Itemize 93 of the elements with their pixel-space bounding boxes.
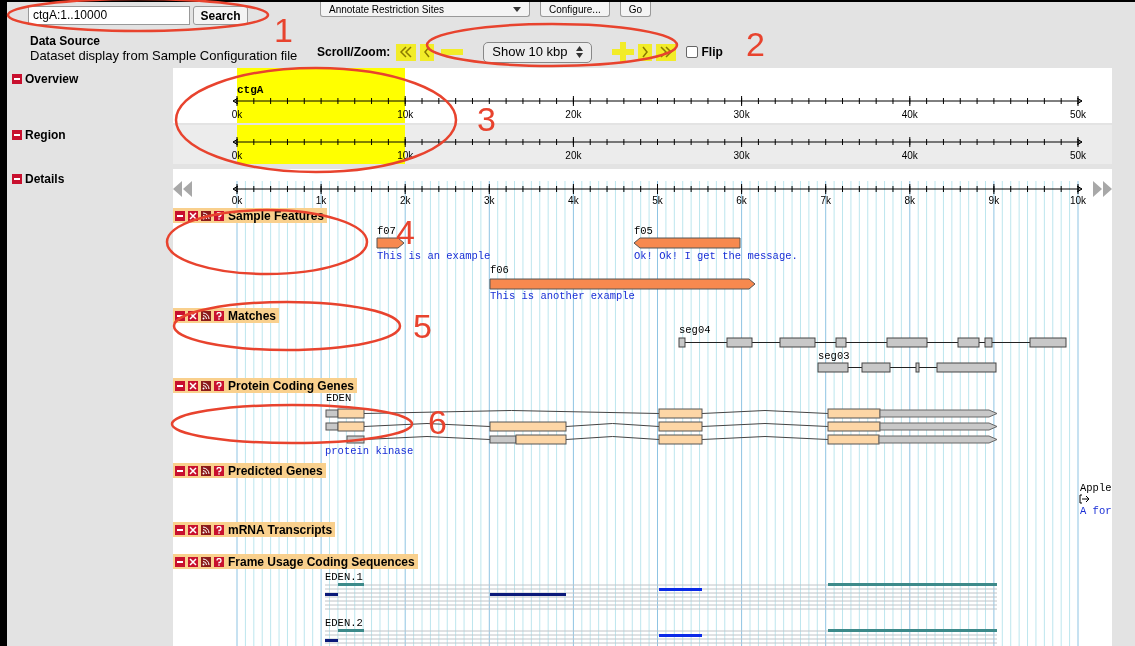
go-button[interactable]: Go	[619, 2, 652, 17]
tick-label: 2k	[399, 195, 411, 206]
tick-label: 6k	[736, 195, 747, 206]
annotation-number: 4	[396, 213, 415, 251]
tick-label: 40k	[901, 109, 918, 120]
close-icon[interactable]	[188, 210, 198, 221]
tick-label: 0k	[231, 195, 243, 206]
tick-label: 30k	[733, 109, 750, 120]
tick-label: 8k	[904, 195, 916, 206]
plugin-select[interactable]: Annotate Restriction Sites	[320, 2, 530, 17]
tick-label: 10k	[397, 150, 414, 161]
tick-label: 3k	[484, 195, 495, 206]
tick-label: 9k	[988, 195, 1000, 206]
feed-icon[interactable]	[201, 210, 211, 221]
help-icon[interactable]	[214, 310, 224, 321]
scroll-far-left-icon[interactable]	[396, 43, 417, 61]
annotation-number: 1	[274, 11, 293, 49]
collapse-icon[interactable]	[175, 210, 185, 221]
collapse-icon[interactable]	[12, 174, 22, 184]
collapse-icon[interactable]	[12, 74, 22, 84]
tick-label: 0k	[231, 109, 243, 120]
tick-label: 20k	[565, 109, 582, 120]
track-title: Frame Usage Coding Sequences	[228, 553, 415, 571]
feature-description: Ok! Ok! I get the message.	[634, 250, 798, 262]
section-title: Details	[25, 171, 65, 188]
transcript-name: EDEN.1	[325, 571, 363, 583]
section-title: Overview	[25, 71, 79, 88]
feed-icon[interactable]	[201, 310, 211, 321]
gene-name: EDEN	[326, 392, 352, 404]
feature-name: seg03	[818, 350, 850, 362]
tick-label: 4k	[568, 195, 579, 206]
tick-label: 5k	[652, 195, 663, 206]
tick-label: 0k	[231, 150, 243, 161]
tick-label: 7k	[820, 195, 831, 206]
feature-description: This is an example	[377, 250, 491, 262]
feature-name: f06	[490, 264, 509, 276]
annotation-number: 2	[746, 25, 765, 63]
track-title: mRNA Transcripts	[228, 521, 333, 539]
search-field[interactable]: ctgA:1..10000	[28, 5, 190, 25]
close-icon[interactable]	[188, 310, 198, 321]
feature-name: f07	[377, 225, 396, 237]
close-icon[interactable]	[188, 556, 198, 567]
tick-label: 10k	[1069, 195, 1087, 206]
tick-label: 50k	[1069, 150, 1087, 161]
close-icon[interactable]	[188, 380, 198, 391]
section-heading: Data Source	[30, 34, 102, 48]
gene-name: Apple	[1080, 482, 1112, 494]
start-arrow-icon	[1079, 494, 1090, 504]
collapse-icon[interactable]	[175, 556, 185, 567]
caret-icon	[513, 6, 521, 12]
updown-caret-icon	[575, 46, 583, 58]
feed-icon[interactable]	[201, 524, 211, 535]
track-title: Predicted Genes	[228, 462, 323, 480]
zoom-select[interactable]: Show 10 kbp	[483, 41, 592, 63]
collapse-icon[interactable]	[175, 524, 185, 535]
collapse-icon[interactable]	[12, 130, 22, 140]
section-title: Region	[25, 127, 66, 144]
feed-icon[interactable]	[201, 556, 211, 567]
feature-name: seg04	[679, 324, 711, 336]
feed-icon[interactable]	[201, 380, 211, 391]
annotation-number: 5	[413, 307, 432, 345]
help-icon[interactable]	[214, 524, 224, 535]
gene-description: A for	[1080, 505, 1112, 517]
help-icon[interactable]	[214, 210, 224, 221]
transcript-name: EDEN.2	[325, 617, 363, 629]
feed-icon[interactable]	[201, 465, 211, 476]
chromosome-label: ctgA	[237, 84, 264, 96]
gene-description: protein kinase	[325, 445, 414, 457]
help-icon[interactable]	[214, 465, 224, 476]
help-icon[interactable]	[214, 556, 224, 567]
help-icon[interactable]	[214, 380, 224, 391]
close-icon[interactable]	[188, 524, 198, 535]
tick-label: 50k	[1069, 109, 1087, 120]
tick-label: 30k	[733, 150, 750, 161]
track-title: Protein Coding Genes	[228, 377, 354, 394]
tick-label: 40k	[901, 150, 918, 161]
scroll-zoom-label: Scroll/Zoom:	[317, 44, 391, 61]
annotation-number: 3	[477, 100, 496, 138]
tick-label: 1k	[315, 195, 327, 206]
track-title: Matches	[228, 307, 277, 325]
close-icon[interactable]	[188, 465, 198, 476]
collapse-icon[interactable]	[175, 465, 185, 476]
flip-checkbox[interactable]	[685, 46, 698, 58]
collapse-icon[interactable]	[175, 310, 185, 321]
collapse-icon[interactable]	[175, 380, 185, 391]
configure-button[interactable]: Configure...	[540, 2, 610, 17]
search-button[interactable]: Search	[193, 5, 248, 25]
flip-label: Flip	[701, 44, 723, 61]
zoom-in-icon[interactable]	[611, 42, 634, 62]
feature-name: f05	[634, 225, 653, 237]
feature-description: This is another example	[490, 290, 635, 302]
tick-label: 20k	[565, 150, 582, 161]
dataset-description: Dataset display from Sample Configuration file	[30, 48, 299, 64]
